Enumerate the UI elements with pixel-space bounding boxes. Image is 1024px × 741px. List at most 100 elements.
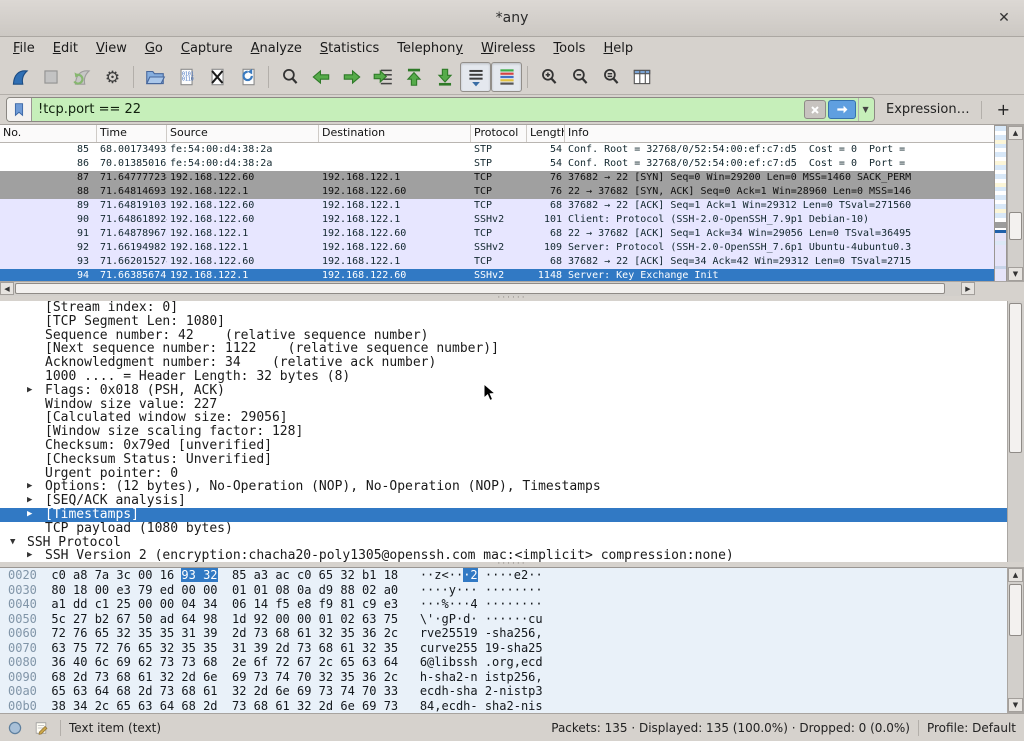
- go-forward-button[interactable]: [336, 62, 367, 92]
- packet-row-86[interactable]: 8670.013850163fe:54:00:d4:38:2aSTP54Conf…: [0, 157, 994, 171]
- detail-line[interactable]: Checksum: 0x79ed [unverified]: [0, 439, 1007, 453]
- hex-row-0070[interactable]: 0070 63 75 72 76 65 32 35 35 31 39 2d 73…: [0, 641, 1007, 656]
- detail-line[interactable]: [Window size scaling factor: 128]: [0, 425, 1007, 439]
- menu-telephony[interactable]: Telephony: [388, 39, 472, 58]
- column-header-no[interactable]: No.: [0, 125, 97, 142]
- hex-row-0030[interactable]: 0030 80 18 00 e3 79 ed 00 00 01 01 08 0a…: [0, 583, 1007, 598]
- packet-row-85[interactable]: 8568.001734936fe:54:00:d4:38:2aSTP54Conf…: [0, 143, 994, 157]
- details-vscrollbar[interactable]: [1007, 301, 1024, 562]
- collapsed-twisty-icon[interactable]: ▶: [27, 480, 32, 494]
- detail-line[interactable]: [Next sequence number: 1122 (relative se…: [0, 342, 1007, 356]
- detail-line[interactable]: Acknowledgment number: 34 (relative ack …: [0, 356, 1007, 370]
- file-save-button[interactable]: 01010110: [170, 62, 201, 92]
- collapsed-twisty-icon[interactable]: ▶: [27, 494, 32, 508]
- bytes-vscroll-thumb[interactable]: [1009, 584, 1022, 636]
- file-close-button[interactable]: [201, 62, 232, 92]
- zoom-out-button[interactable]: [564, 62, 595, 92]
- filter-clear-button[interactable]: [804, 100, 826, 119]
- file-reload-button[interactable]: [232, 62, 263, 92]
- packet-row-87[interactable]: 8771.647777234192.168.122.60192.168.122.…: [0, 171, 994, 185]
- collapsed-twisty-icon[interactable]: ▶: [27, 508, 32, 522]
- menu-analyze[interactable]: Analyze: [242, 39, 311, 58]
- capture-options-button[interactable]: ⚙: [97, 62, 128, 92]
- scroll-left-icon[interactable]: ◀: [0, 282, 14, 295]
- details-vscroll-thumb[interactable]: [1009, 303, 1022, 453]
- auto-scroll-button[interactable]: [460, 62, 491, 92]
- hex-row-0050[interactable]: 0050 5c 27 b2 67 50 ad 64 98 1d 92 00 00…: [0, 612, 1007, 627]
- column-header-destination[interactable]: Destination: [319, 125, 471, 142]
- scroll-up-icon[interactable]: ▲: [1008, 126, 1023, 140]
- column-header-source[interactable]: Source: [167, 125, 319, 142]
- packet-list-hscrollbar[interactable]: ◀ ▶: [0, 281, 975, 296]
- detail-line[interactable]: 1000 .... = Header Length: 32 bytes (8): [0, 370, 1007, 384]
- packet-row-89[interactable]: 8971.648191037192.168.122.60192.168.122.…: [0, 199, 994, 213]
- menu-edit[interactable]: Edit: [44, 39, 87, 58]
- collapsed-twisty-icon[interactable]: ▶: [27, 549, 32, 562]
- bytes-vscrollbar[interactable]: ▲ ▼: [1007, 567, 1024, 713]
- hex-row-0090[interactable]: 0090 68 2d 73 68 61 32 2d 6e 69 73 74 70…: [0, 670, 1007, 685]
- column-header-protocol[interactable]: Protocol: [471, 125, 527, 142]
- go-first-button[interactable]: [398, 62, 429, 92]
- column-header-time[interactable]: Time: [97, 125, 167, 142]
- detail-line[interactable]: [Checksum Status: Unverified]: [0, 453, 1007, 467]
- hex-row-0040[interactable]: 0040 a1 dd c1 25 00 00 04 34 06 14 f5 e8…: [0, 597, 1007, 612]
- detail-line[interactable]: Window size value: 227: [0, 398, 1007, 412]
- resize-columns-button[interactable]: [626, 62, 657, 92]
- menu-view[interactable]: View: [87, 39, 136, 58]
- bytes-scroll-up-icon[interactable]: ▲: [1008, 568, 1023, 582]
- hex-row-00a0[interactable]: 00a0 65 63 64 68 2d 73 68 61 32 2d 6e 69…: [0, 684, 1007, 699]
- scroll-right-icon[interactable]: ▶: [961, 282, 975, 295]
- hex-row-0060[interactable]: 0060 72 76 65 32 35 35 31 39 2d 73 68 61…: [0, 626, 1007, 641]
- expert-info-button[interactable]: [4, 718, 26, 738]
- colorize-button[interactable]: [491, 62, 522, 92]
- zoom-original-button[interactable]: [595, 62, 626, 92]
- expression-button[interactable]: Expression…: [882, 102, 974, 117]
- packet-row-88[interactable]: 8871.648146932192.168.122.1192.168.122.6…: [0, 185, 994, 199]
- display-filter-box[interactable]: !tcp.port == 22 ▼: [6, 97, 875, 122]
- detail-line[interactable]: Urgent pointer: 0: [0, 467, 1007, 481]
- title-bar[interactable]: *any ✕: [0, 0, 1024, 37]
- packet-row-91[interactable]: 9171.648789678192.168.122.1192.168.122.6…: [0, 227, 994, 241]
- file-open-button[interactable]: [139, 62, 170, 92]
- filter-bookmark-button[interactable]: [7, 98, 32, 121]
- detail-line[interactable]: [TCP Segment Len: 1080]: [0, 315, 1007, 329]
- packet-row-92[interactable]: 9271.661949820192.168.122.1192.168.122.6…: [0, 241, 994, 255]
- display-filter-input[interactable]: !tcp.port == 22: [32, 102, 804, 117]
- hex-row-0080[interactable]: 0080 36 40 6c 69 62 73 73 68 2e 6f 72 67…: [0, 655, 1007, 670]
- go-last-button[interactable]: [429, 62, 460, 92]
- filter-add-button[interactable]: +: [989, 100, 1018, 119]
- detail-line[interactable]: ▶[SEQ/ACK analysis]: [0, 494, 1007, 508]
- menu-tools[interactable]: Tools: [544, 39, 594, 58]
- filter-apply-button[interactable]: [828, 100, 856, 119]
- detail-line[interactable]: [Calculated window size: 29056]: [0, 411, 1007, 425]
- close-icon[interactable]: ✕: [995, 9, 1013, 27]
- status-profile[interactable]: Profile: Default: [927, 721, 1016, 735]
- menu-capture[interactable]: Capture: [172, 39, 242, 58]
- menu-file[interactable]: File: [4, 39, 44, 58]
- detail-line[interactable]: TCP payload (1080 bytes): [0, 522, 1007, 536]
- vscroll-thumb[interactable]: [1009, 212, 1022, 240]
- collapsed-twisty-icon[interactable]: ▶: [27, 384, 32, 398]
- detail-line[interactable]: Sequence number: 42 (relative sequence n…: [0, 329, 1007, 343]
- intelligent-scrollbar-minimap[interactable]: [994, 125, 1007, 282]
- menu-wireless[interactable]: Wireless: [472, 39, 544, 58]
- go-to-packet-button[interactable]: [367, 62, 398, 92]
- find-packet-button[interactable]: [274, 62, 305, 92]
- filter-dropdown-button[interactable]: ▼: [858, 98, 872, 121]
- detail-line[interactable]: [Stream index: 0]: [0, 301, 1007, 315]
- packet-row-93[interactable]: 9371.662015274192.168.122.60192.168.122.…: [0, 255, 994, 269]
- zoom-in-button[interactable]: [533, 62, 564, 92]
- detail-line[interactable]: ▼SSH Protocol: [0, 536, 1007, 550]
- packet-row-90[interactable]: 9071.648618924192.168.122.60192.168.122.…: [0, 213, 994, 227]
- packet-list-vscrollbar[interactable]: ▲ ▼: [1007, 125, 1024, 282]
- expanded-twisty-icon[interactable]: ▼: [10, 536, 15, 550]
- capture-stop-button[interactable]: [35, 62, 66, 92]
- hscroll-thumb[interactable]: [15, 283, 945, 294]
- menu-help[interactable]: Help: [594, 39, 642, 58]
- menu-go[interactable]: Go: [136, 39, 172, 58]
- detail-line[interactable]: ▶Options: (12 bytes), No-Operation (NOP)…: [0, 480, 1007, 494]
- hex-row-00b0[interactable]: 00b0 38 34 2c 65 63 64 68 2d 73 68 61 32…: [0, 699, 1007, 714]
- menu-statistics[interactable]: Statistics: [311, 39, 388, 58]
- bytes-scroll-down-icon[interactable]: ▼: [1008, 698, 1023, 712]
- scroll-down-icon[interactable]: ▼: [1008, 267, 1023, 281]
